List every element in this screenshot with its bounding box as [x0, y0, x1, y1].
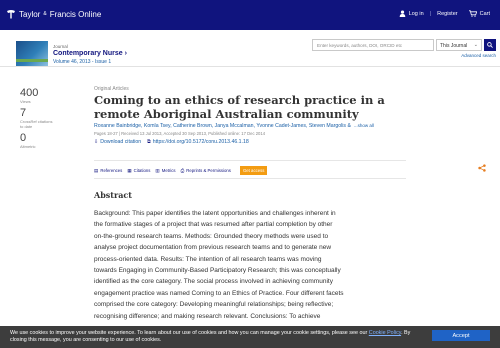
register-link[interactable]: Register — [437, 11, 457, 17]
tab-reprints[interactable]: ⎙ Reprints & Permissions — [181, 168, 231, 173]
divider — [94, 178, 406, 179]
abstract-line: the formative stages of a project that w… — [94, 221, 333, 229]
login-label: Log in — [408, 10, 424, 17]
share-icon[interactable] — [478, 164, 486, 174]
cookie-banner: We use cookies to improve your website e… — [0, 326, 500, 348]
tab-metrics[interactable]: ▥ Metrics — [155, 168, 175, 174]
abstract-line: comprised the core category: Developing … — [94, 301, 334, 309]
abstract-body: Background: This paper identifies the la… — [94, 208, 394, 322]
altmetric-count: 0 — [20, 132, 27, 144]
journal-label: Journal — [53, 44, 68, 49]
chevron-down-icon: ⌄ — [473, 42, 478, 48]
divider — [94, 160, 406, 161]
publication-history: Pages 18-27 | Received 13 Jul 2013, Acce… — [94, 131, 266, 136]
login-link[interactable]: Log in — [399, 10, 424, 17]
advanced-search-link[interactable]: Advanced search — [461, 53, 496, 58]
download-citation-link[interactable]: ⇩ Download citation — [94, 139, 141, 145]
doi-text: https://doi.org/10.5172/conu.2013.46.1.1… — [152, 139, 249, 145]
cart-icon — [468, 10, 477, 17]
journal-name: Contemporary Nurse — [53, 50, 123, 57]
abstract-line: analyse project documentation from previ… — [94, 244, 332, 252]
get-access-button[interactable]: Get access — [239, 166, 268, 175]
references-icon: ▤ — [94, 167, 99, 173]
accept-cookies-button[interactable]: Accept — [432, 330, 490, 341]
brand-name-part2: Francis Online — [49, 9, 102, 19]
reprints-icon: ⎙ — [180, 168, 185, 173]
brand-name-amp: & — [43, 11, 47, 17]
views-count: 400 — [20, 87, 39, 99]
journal-chevron-icon: › — [124, 50, 127, 57]
abstract-heading: Abstract — [94, 190, 132, 200]
abstract-line: engagement practice was named Coming to … — [94, 289, 344, 297]
cookie-message: We use cookies to improve your website e… — [10, 330, 420, 344]
search-icon — [487, 42, 493, 48]
brand-name-part1: Taylor — [19, 9, 41, 19]
journal-name-link[interactable]: Contemporary Nurse › — [53, 50, 127, 57]
cart-label: Cart — [479, 10, 490, 17]
article-links: ⇩ Download citation ⧉ https://doi.org/10.5… — [94, 139, 424, 145]
separator: | — [429, 10, 432, 17]
metrics-icon: ▥ — [155, 167, 160, 173]
tab-references[interactable]: ▤ References — [94, 168, 122, 174]
crossref-label: CrossRef citations to date — [20, 119, 53, 129]
journal-cover[interactable] — [16, 41, 48, 66]
journal-info: Journal Contemporary Nurse › Volume 46, … — [53, 44, 127, 65]
brand-logo[interactable]: Taylor & Francis Online — [6, 9, 101, 19]
article-tabs: ▤ References ▦ Citations ▥ Metrics ⎙ Reprint… — [94, 166, 268, 175]
taylor-francis-logo-icon — [7, 10, 15, 19]
show-all-authors-link[interactable]: ...show all — [354, 123, 374, 128]
register-label: Register — [437, 10, 458, 17]
crossref-count[interactable]: 7 — [20, 108, 70, 119]
search-scope-value: This Journal — [440, 43, 468, 49]
views-label: Views — [20, 99, 31, 104]
abstract-line: process-oriented data. Results: The inte… — [94, 255, 322, 263]
article-header: Original Articles Coming to an ethics of… — [94, 86, 424, 145]
download-icon: ⇩ — [94, 139, 99, 145]
top-bar: Taylor & Francis Online Log in | Registe… — [0, 0, 500, 30]
cart-link[interactable]: Cart — [468, 10, 490, 17]
article-type: Original Articles — [94, 86, 129, 92]
altmetric-label: Altmetric — [20, 144, 36, 149]
user-icon — [399, 10, 405, 17]
tab-citations[interactable]: ▦ Citations — [127, 168, 150, 174]
search-button[interactable] — [484, 39, 496, 51]
tab-metrics-label: Metrics — [161, 168, 176, 173]
abstract-line: Background: This paper identifies the la… — [94, 210, 336, 217]
authors-text[interactable]: Roxanne Bainbridge, Komla Tsey, Catherin… — [94, 123, 351, 129]
download-citation-label: Download citation — [100, 139, 142, 145]
doi-link[interactable]: ⧉ https://doi.org/10.5172/conu.2013.46.1.… — [147, 139, 249, 145]
link-icon: ⧉ — [147, 139, 151, 145]
journal-volume-link[interactable]: Volume 46, 2013 - Issue 1 — [53, 59, 127, 65]
search-input[interactable]: Enter keywords, authors, DOI, ORCID etc — [312, 39, 434, 51]
abstract-line: on-the-ground research teams. Methods: G… — [94, 232, 329, 240]
article-title: Coming to an ethics of research practice… — [94, 93, 385, 121]
tab-citations-label: Citations — [133, 168, 151, 173]
cover-stripe — [16, 59, 48, 62]
cookie-policy-link[interactable]: Cookie Policy — [369, 330, 401, 336]
tab-references-label: References — [100, 168, 123, 173]
abstract-line: identified as the core category. The soc… — [94, 278, 333, 286]
abstract-line: recognising difference; and making resea… — [94, 312, 321, 320]
abstract-line: towards Engaging in Community-Based Part… — [94, 267, 341, 275]
article-metrics: 400 Views 7 CrossRef citations to date 0… — [20, 88, 70, 153]
search-scope-select[interactable]: This Journal ⌄ — [436, 39, 482, 51]
author-list: Roxanne Bainbridge, Komla Tsey, Catherin… — [94, 123, 424, 129]
account-links: Log in | Register Cart — [399, 10, 490, 17]
cookie-text-1: We use cookies to improve your website e… — [10, 330, 368, 336]
citations-icon: ▦ — [127, 167, 132, 173]
tab-reprints-label: Reprints & Permissions — [186, 168, 231, 173]
